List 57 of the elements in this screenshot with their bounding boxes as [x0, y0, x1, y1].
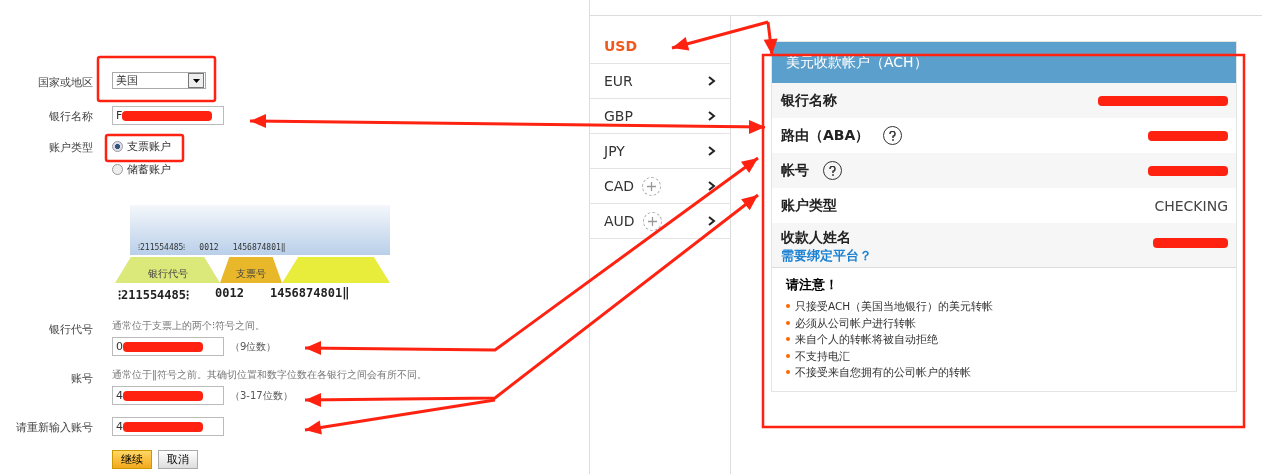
check-part-label: 支票号 — [220, 257, 282, 283]
field-hint: 通常位于‖符号之前。其确切位置和数字位数在各银行之间会有所不同。 — [112, 368, 427, 382]
field-label: 账号 — [70, 371, 93, 386]
bullet-icon — [786, 320, 790, 325]
chevron-right-icon — [708, 76, 716, 86]
field-label: 请重新输入账号 — [15, 420, 93, 435]
row-label: 收款人姓名 — [781, 229, 851, 247]
chevron-right-icon — [708, 111, 716, 121]
field-note: （9位数） — [230, 339, 277, 354]
input-field[interactable]: 0 — [112, 337, 224, 356]
account-type-radio[interactable]: 支票账户 — [112, 139, 171, 154]
micr-number: 1456874801‖ — [232, 243, 286, 252]
field-label: 银行名称 — [48, 109, 93, 124]
row-label: 银行名称 — [781, 91, 837, 110]
micr-number: 0012 — [215, 286, 244, 302]
field-note: （3-17位数） — [230, 388, 293, 403]
chevron-right-icon — [708, 181, 716, 191]
dropdown-arrow-icon — [192, 78, 200, 83]
input-field[interactable]: 4 — [112, 386, 224, 405]
micr-number: 1456874801‖ — [269, 286, 350, 302]
currency-tab[interactable]: JPY — [590, 134, 730, 169]
currency-tab[interactable]: CAD — [590, 169, 730, 204]
row-label: 帐号 — [781, 161, 809, 180]
bank-name-field[interactable]: F — [112, 106, 224, 125]
micr-number: 0012 — [199, 243, 219, 252]
notice-item: 不接受来自您拥有的公司帐户的转帐 — [795, 365, 971, 380]
cancel-button[interactable]: 取消 — [158, 450, 198, 469]
bullet-icon — [786, 304, 790, 309]
panel-title: 美元收款帐户（ACH） — [772, 42, 1236, 83]
row-value: CHECKING — [1154, 197, 1228, 214]
bind-platform-link[interactable]: 需要绑定平台？ — [781, 247, 872, 265]
field-label: 账户类型 — [48, 140, 93, 155]
currency-tab[interactable]: EUR — [590, 64, 730, 99]
currency-tab[interactable]: GBP — [590, 99, 730, 134]
bullet-icon — [786, 337, 790, 342]
notice-item: 不支持电汇 — [795, 348, 850, 364]
notice-title: 请注意！ — [786, 276, 839, 294]
check-part-label: 银行代号 — [115, 257, 220, 283]
country-select[interactable]: 美国 — [112, 72, 206, 89]
currency-tab[interactable]: AUD — [590, 204, 730, 239]
field-label: 国家或地区 — [37, 75, 93, 90]
field-label: 银行代号 — [48, 322, 93, 337]
notice-item: 只接受ACH（美国当地银行）的美元转帐 — [795, 299, 994, 314]
micr-number: ⁝211554485⁝ — [138, 242, 186, 252]
row-label: 账户类型 — [781, 196, 837, 215]
account-type-radio[interactable]: 储蓄账户 — [112, 162, 171, 177]
notice-item: 来自个人的转帐将被自动拒绝 — [795, 332, 938, 347]
bullet-icon — [786, 370, 790, 375]
field-hint: 通常位于支票上的两个⁝符号之间。 — [112, 319, 267, 333]
chevron-right-icon — [708, 216, 716, 226]
input-field[interactable]: 4 — [112, 417, 224, 436]
micr-number: ⁝211554485⁝ — [118, 287, 190, 303]
bullet-icon — [786, 353, 790, 358]
continue-button[interactable]: 继续 — [112, 450, 152, 469]
row-label: 路由（ABA） — [781, 126, 870, 145]
notice-item: 必须从公司帐户进行转帐 — [795, 315, 916, 331]
chevron-right-icon — [708, 146, 716, 156]
